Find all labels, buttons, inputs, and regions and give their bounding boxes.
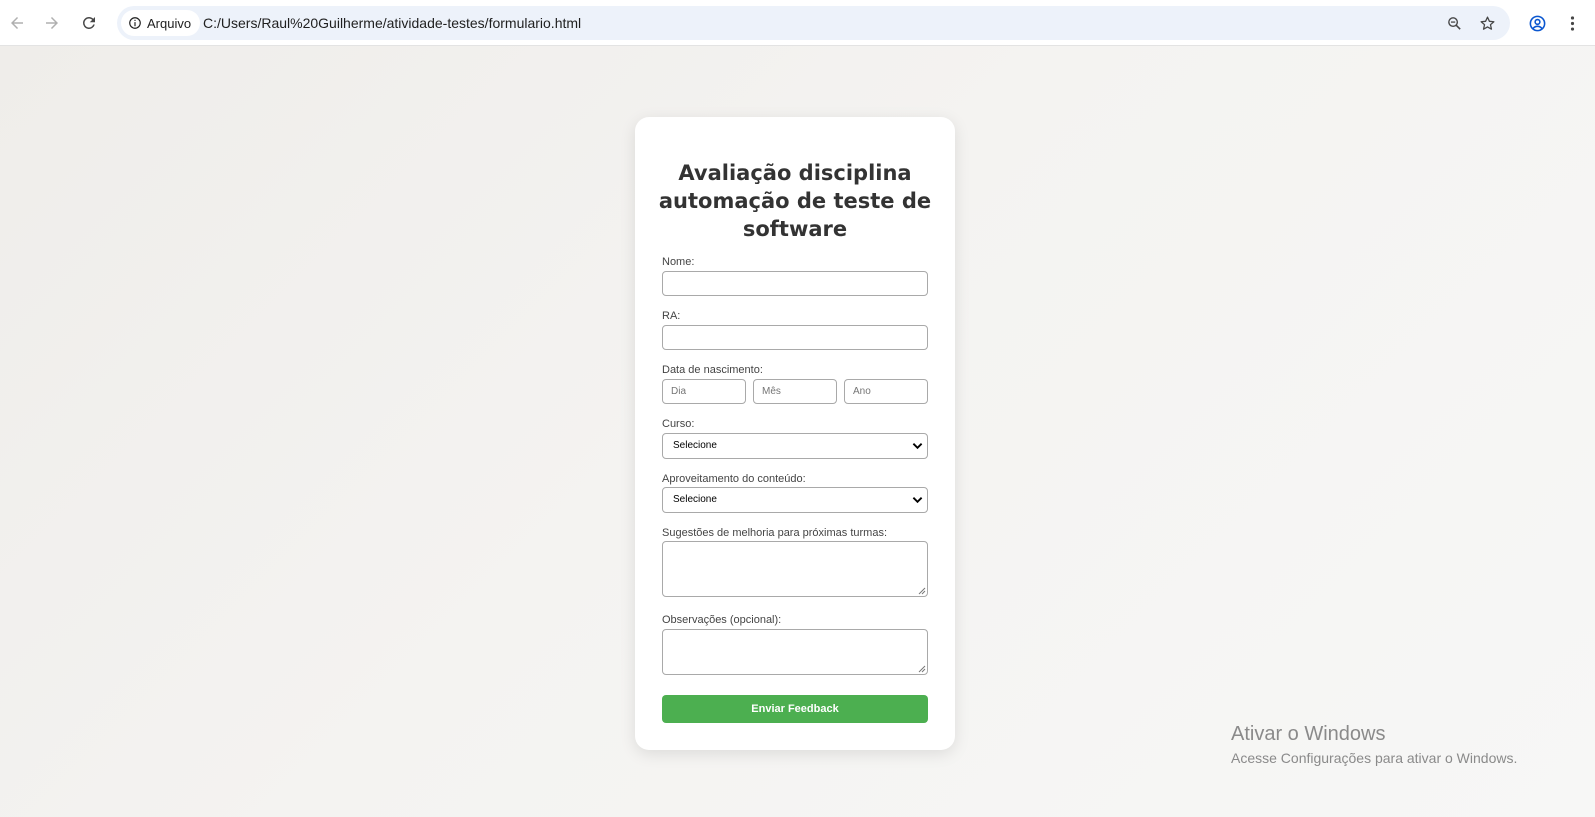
forward-icon bbox=[46, 17, 58, 29]
form-title: Avaliação disciplina automação de teste … bbox=[658, 161, 932, 241]
back-button[interactable] bbox=[3, 9, 31, 37]
curso-label: Curso: bbox=[662, 418, 695, 430]
profile-icon bbox=[1529, 15, 1545, 31]
browser-menu-button[interactable] bbox=[1558, 9, 1586, 37]
info-icon bbox=[129, 17, 141, 29]
chevron-down-icon bbox=[912, 497, 923, 504]
ra-label: RA: bbox=[662, 310, 681, 322]
ra-input[interactable] bbox=[662, 325, 928, 350]
star-icon bbox=[1479, 15, 1495, 30]
watermark-title: Ativar o Windows bbox=[1231, 723, 1386, 745]
observacoes-textarea[interactable] bbox=[662, 629, 928, 675]
reload-icon bbox=[82, 16, 95, 29]
menu-icon bbox=[1570, 15, 1574, 31]
feedback-form-card: Avaliação disciplina automação de teste … bbox=[635, 117, 955, 750]
submit-feedback-button[interactable]: Enviar Feedback bbox=[662, 695, 928, 723]
site-info-chip[interactable]: Arquivo bbox=[121, 10, 201, 36]
browser-toolbar: Arquivo C:/Users/Raul%20Guilherme/ativid… bbox=[0, 0, 1595, 46]
profile-button[interactable] bbox=[1523, 9, 1551, 37]
zoom-icon bbox=[1447, 16, 1461, 30]
curso-select[interactable]: Selecione bbox=[662, 433, 928, 459]
back-icon bbox=[11, 17, 23, 29]
aproveitamento-selected-value: Selecione bbox=[673, 494, 717, 505]
zoom-button[interactable] bbox=[1442, 11, 1466, 35]
aproveitamento-label: Aproveitamento do conteúdo: bbox=[662, 473, 806, 485]
ano-input[interactable]: Ano bbox=[844, 379, 928, 404]
mes-input[interactable]: Mês bbox=[753, 379, 837, 404]
address-bar[interactable]: Arquivo C:/Users/Raul%20Guilherme/ativid… bbox=[117, 6, 1510, 40]
resize-grip-icon[interactable] bbox=[917, 664, 926, 673]
curso-selected-value: Selecione bbox=[673, 440, 717, 451]
security-chip-label: Arquivo bbox=[147, 15, 192, 31]
nome-label: Nome: bbox=[662, 256, 695, 268]
aproveitamento-select[interactable]: Selecione bbox=[662, 487, 928, 513]
resize-grip-icon[interactable] bbox=[917, 586, 926, 595]
watermark-subtitle: Acesse Configurações para ativar o Windo… bbox=[1231, 750, 1518, 766]
reload-button[interactable] bbox=[75, 9, 103, 37]
dia-input[interactable]: Dia bbox=[662, 379, 746, 404]
sugestoes-label: Sugestões de melhoria para próximas turm… bbox=[662, 527, 887, 539]
bookmark-button[interactable] bbox=[1475, 11, 1499, 35]
nome-input[interactable] bbox=[662, 271, 928, 296]
windows-activation-watermark: Ativar o Windows Acesse Configurações pa… bbox=[1231, 722, 1517, 768]
observacoes-label: Observações (opcional): bbox=[662, 614, 782, 626]
page-viewport: Avaliação disciplina automação de teste … bbox=[0, 46, 1595, 817]
chevron-down-icon bbox=[912, 443, 923, 450]
forward-button[interactable] bbox=[38, 9, 66, 37]
url-text[interactable]: C:/Users/Raul%20Guilherme/atividade-test… bbox=[203, 6, 581, 40]
birth-date-label: Data de nascimento: bbox=[662, 364, 763, 376]
sugestoes-textarea[interactable] bbox=[662, 541, 928, 597]
